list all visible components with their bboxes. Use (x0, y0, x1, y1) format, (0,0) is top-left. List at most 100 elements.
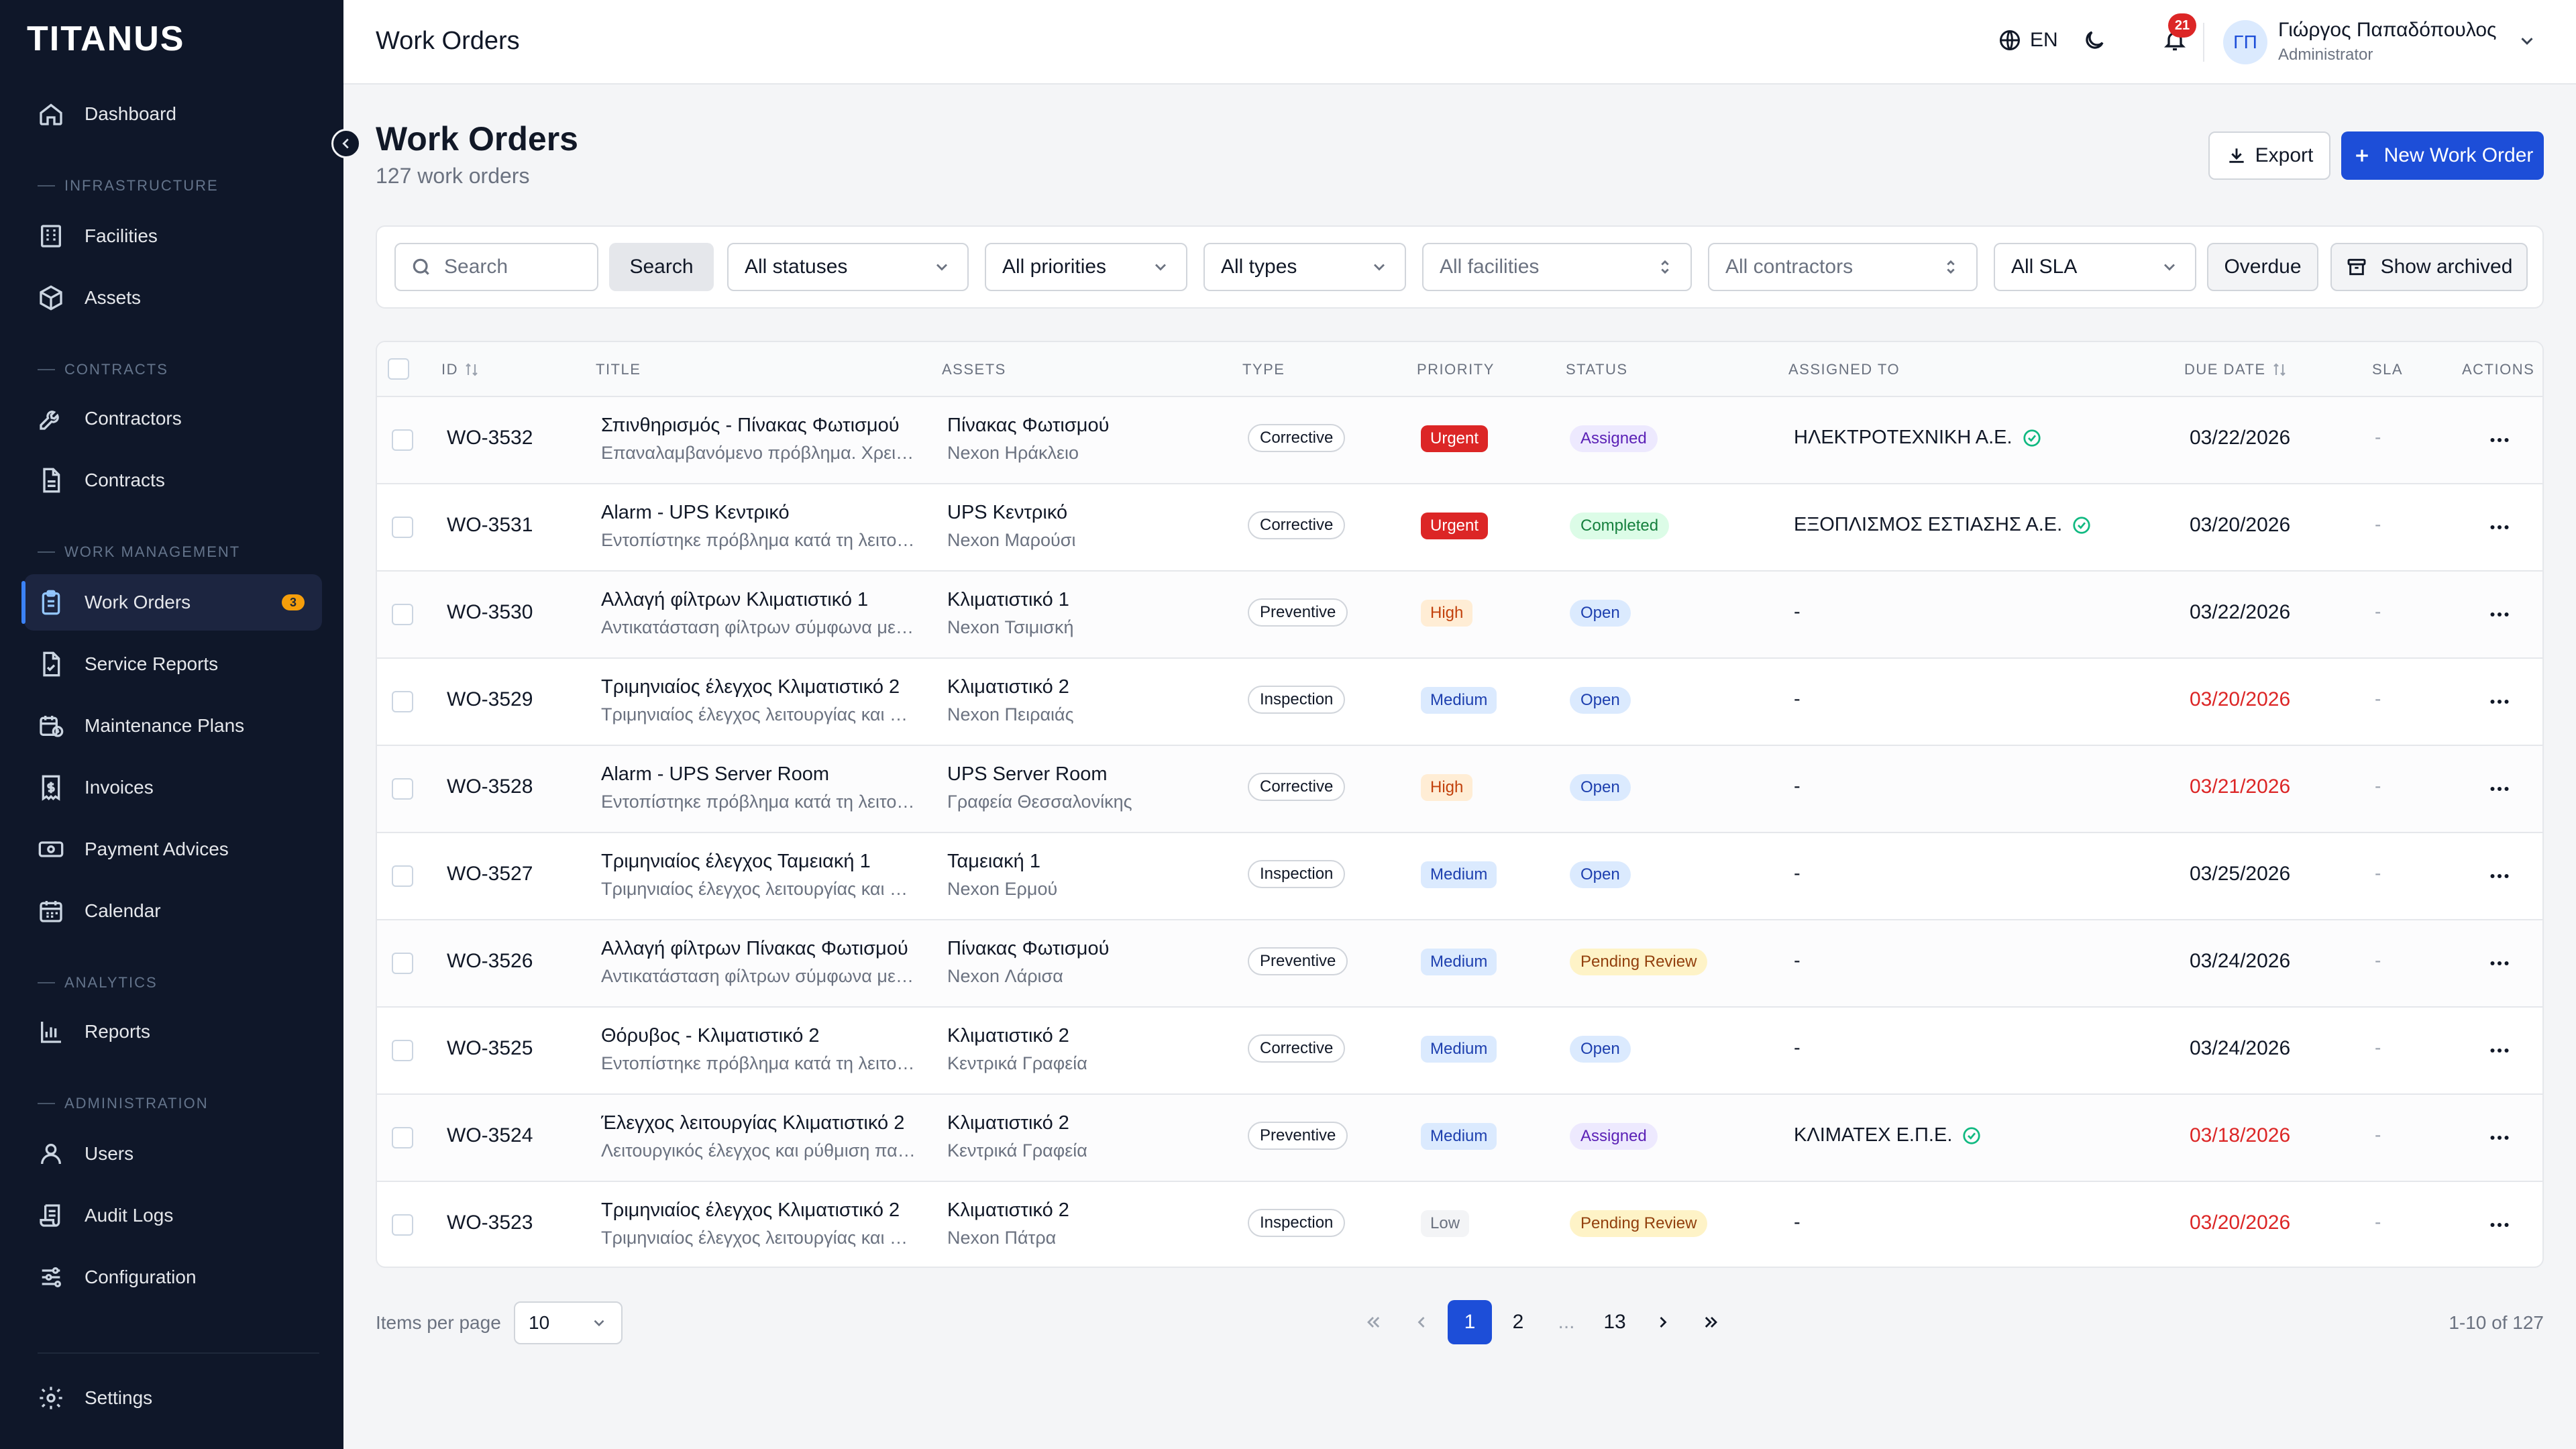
language-switcher[interactable]: EN (1998, 28, 2058, 52)
sidebar-item-payment-advices[interactable]: Payment Advices (24, 821, 322, 877)
sidebar-item-invoices[interactable]: Invoices (24, 759, 322, 816)
search-button[interactable]: Search (609, 243, 714, 291)
sidebar-item-reports[interactable]: Reports (24, 1004, 322, 1060)
table-row[interactable]: WO-3532 Σπινθηρισμός - Πίνακας Φωτισμού Επ… (377, 397, 2542, 484)
table-row[interactable]: WO-3529 Τριμηνιαίος έλεγχος Κλιματιστικό … (377, 659, 2542, 746)
work-order-id[interactable]: WO-3523 (447, 1212, 533, 1234)
sidebar-item-users[interactable]: Users (24, 1126, 322, 1182)
work-order-title[interactable]: Αλλαγή φίλτρων Πίνακας Φωτισμού (601, 938, 916, 960)
row-checkbox[interactable] (392, 778, 413, 800)
row-checkbox[interactable] (392, 691, 413, 712)
export-label: Export (2255, 144, 2314, 166)
sidebar-item-contracts[interactable]: Contracts (24, 452, 322, 508)
work-order-title[interactable]: Έλεγχος λειτουργίας Κλιματιστικό 2 (601, 1112, 916, 1134)
user-menu-button[interactable] (2517, 31, 2537, 54)
row-actions-button[interactable] (2487, 1213, 2512, 1240)
contractor-filter[interactable]: All contractors (1708, 243, 1978, 291)
search-field[interactable] (394, 243, 598, 291)
row-checkbox[interactable] (392, 429, 413, 451)
row-actions-button[interactable] (2487, 428, 2512, 455)
last-page-button[interactable] (1689, 1300, 1733, 1344)
work-order-title[interactable]: Θόρυβος - Κλιματιστικό 2 (601, 1025, 916, 1047)
app-logo[interactable]: TITANUS (27, 19, 184, 59)
work-order-id[interactable]: WO-3529 (447, 688, 533, 711)
priority-filter[interactable]: All priorities (985, 243, 1187, 291)
sidebar-item-audit-logs[interactable]: Audit Logs (24, 1187, 322, 1244)
row-actions-button[interactable] (2487, 951, 2512, 979)
sidebar-item-service-reports[interactable]: Service Reports (24, 636, 322, 692)
facility-filter[interactable]: All facilities (1422, 243, 1692, 291)
work-order-id[interactable]: WO-3531 (447, 514, 533, 537)
column-due-date[interactable]: DUE DATE (2184, 361, 2288, 378)
sort-icon (466, 363, 478, 376)
row-checkbox[interactable] (392, 953, 413, 974)
row-checkbox[interactable] (392, 604, 413, 625)
row-actions-button[interactable] (2487, 864, 2512, 892)
search-input[interactable] (444, 256, 592, 278)
overdue-toggle[interactable]: Overdue (2207, 243, 2318, 291)
work-order-title[interactable]: Σπινθηρισμός - Πίνακας Φωτισμού (601, 415, 916, 437)
theme-toggle-button[interactable] (2082, 28, 2106, 56)
items-per-page-select[interactable]: 10 (514, 1301, 623, 1344)
row-actions-button[interactable] (2487, 602, 2512, 630)
work-order-id[interactable]: WO-3524 (447, 1124, 533, 1147)
sidebar-item-calendar[interactable]: Calendar (24, 883, 322, 939)
work-order-id[interactable]: WO-3526 (447, 950, 533, 973)
row-actions-button[interactable] (2487, 777, 2512, 804)
work-order-id[interactable]: WO-3532 (447, 427, 533, 449)
sla-filter[interactable]: All SLA (1994, 243, 2196, 291)
sidebar-divider (38, 1352, 319, 1354)
sidebar-item-contractors[interactable]: Contractors (24, 390, 322, 447)
work-order-id[interactable]: WO-3528 (447, 775, 533, 798)
avatar[interactable]: ΓΠ (2223, 20, 2267, 64)
page-button-2[interactable]: 2 (1496, 1300, 1540, 1344)
work-order-title[interactable]: Τριμηνιαίος έλεγχος Κλιματιστικό 2 (601, 676, 916, 698)
table-row[interactable]: WO-3526 Αλλαγή φίλτρων Πίνακας Φωτισμού Αν… (377, 920, 2542, 1008)
sidebar-item-facilities[interactable]: Facilities (24, 208, 322, 264)
table-row[interactable]: WO-3528 Alarm - UPS Server Room Εντοπίστηκ… (377, 746, 2542, 833)
export-button[interactable]: Export (2208, 131, 2330, 180)
page-button-1[interactable]: 1 (1448, 1300, 1492, 1344)
work-order-title[interactable]: Alarm - UPS Κεντρικό (601, 502, 916, 524)
row-actions-button[interactable] (2487, 515, 2512, 543)
previous-page-button[interactable] (1399, 1300, 1444, 1344)
sidebar-item-work-orders[interactable]: Work Orders 3 (21, 574, 322, 631)
type-filter[interactable]: All types (1203, 243, 1406, 291)
row-actions-button[interactable] (2487, 690, 2512, 717)
sidebar-item-assets[interactable]: Assets (24, 270, 322, 326)
work-order-title[interactable]: Αλλαγή φίλτρων Κλιματιστικό 1 (601, 589, 916, 611)
work-order-title[interactable]: Τριμηνιαίος έλεγχος Κλιματιστικό 2 (601, 1199, 916, 1222)
row-checkbox[interactable] (392, 517, 413, 538)
row-actions-button[interactable] (2487, 1126, 2512, 1153)
table-row[interactable]: WO-3527 Τριμηνιαίος έλεγχος Ταμειακή 1 Τρι… (377, 833, 2542, 920)
select-all-checkbox[interactable] (388, 358, 409, 380)
sidebar-item-configuration[interactable]: Configuration (24, 1249, 322, 1305)
table-row[interactable]: WO-3523 Τριμηνιαίος έλεγχος Κλιματιστικό … (377, 1182, 2542, 1267)
row-checkbox[interactable] (392, 1127, 413, 1148)
table-row[interactable]: WO-3524 Έλεγχος λειτουργίας Κλιματιστικό … (377, 1095, 2542, 1182)
row-checkbox[interactable] (392, 865, 413, 887)
first-page-button[interactable] (1351, 1300, 1395, 1344)
show-archived-toggle[interactable]: Show archived (2330, 243, 2528, 291)
sidebar-item-settings[interactable]: Settings (24, 1370, 322, 1426)
table-row[interactable]: WO-3531 Alarm - UPS Κεντρικό Εντοπίστηκε π… (377, 484, 2542, 572)
work-order-id[interactable]: WO-3530 (447, 601, 533, 624)
user-name[interactable]: Γιώργος Παπαδόπουλος (2278, 19, 2497, 42)
sidebar-item-maintenance-plans[interactable]: Maintenance Plans (24, 698, 322, 754)
row-checkbox[interactable] (392, 1214, 413, 1236)
sidebar-item-dashboard[interactable]: Dashboard (24, 86, 322, 142)
row-checkbox[interactable] (392, 1040, 413, 1061)
table-row[interactable]: WO-3525 Θόρυβος - Κλιματιστικό 2 Εντοπίστη… (377, 1008, 2542, 1095)
table-row[interactable]: WO-3530 Αλλαγή φίλτρων Κλιματιστικό 1 Αντι… (377, 572, 2542, 659)
row-actions-button[interactable] (2487, 1038, 2512, 1066)
work-order-title[interactable]: Τριμηνιαίος έλεγχος Ταμειακή 1 (601, 851, 916, 873)
status-filter[interactable]: All statuses (727, 243, 969, 291)
work-order-id[interactable]: WO-3527 (447, 863, 533, 885)
collapse-sidebar-button[interactable] (331, 129, 361, 158)
new-work-order-button[interactable]: New Work Order (2341, 131, 2544, 180)
work-order-id[interactable]: WO-3525 (447, 1037, 533, 1060)
page-button-13[interactable]: 13 (1593, 1300, 1637, 1344)
work-order-title[interactable]: Alarm - UPS Server Room (601, 763, 916, 786)
column-id[interactable]: ID (441, 361, 480, 378)
next-page-button[interactable] (1641, 1300, 1685, 1344)
